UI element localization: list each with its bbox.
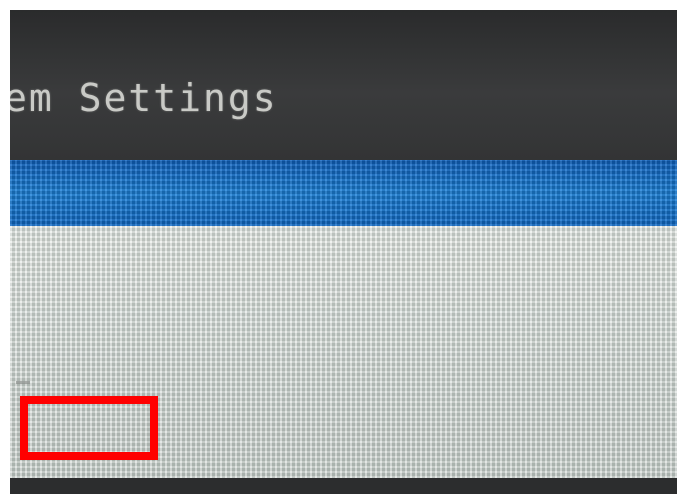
screen: em Settings [10,10,677,494]
small-marker [16,381,30,384]
title-bar: em Settings [10,10,677,160]
page-title: em Settings [10,76,278,120]
monitor-photo: em Settings [0,0,685,503]
settings-panel [10,226,677,478]
annotation-box [20,396,158,460]
bottom-bezel [10,478,677,494]
selected-row-highlight[interactable] [10,160,677,226]
